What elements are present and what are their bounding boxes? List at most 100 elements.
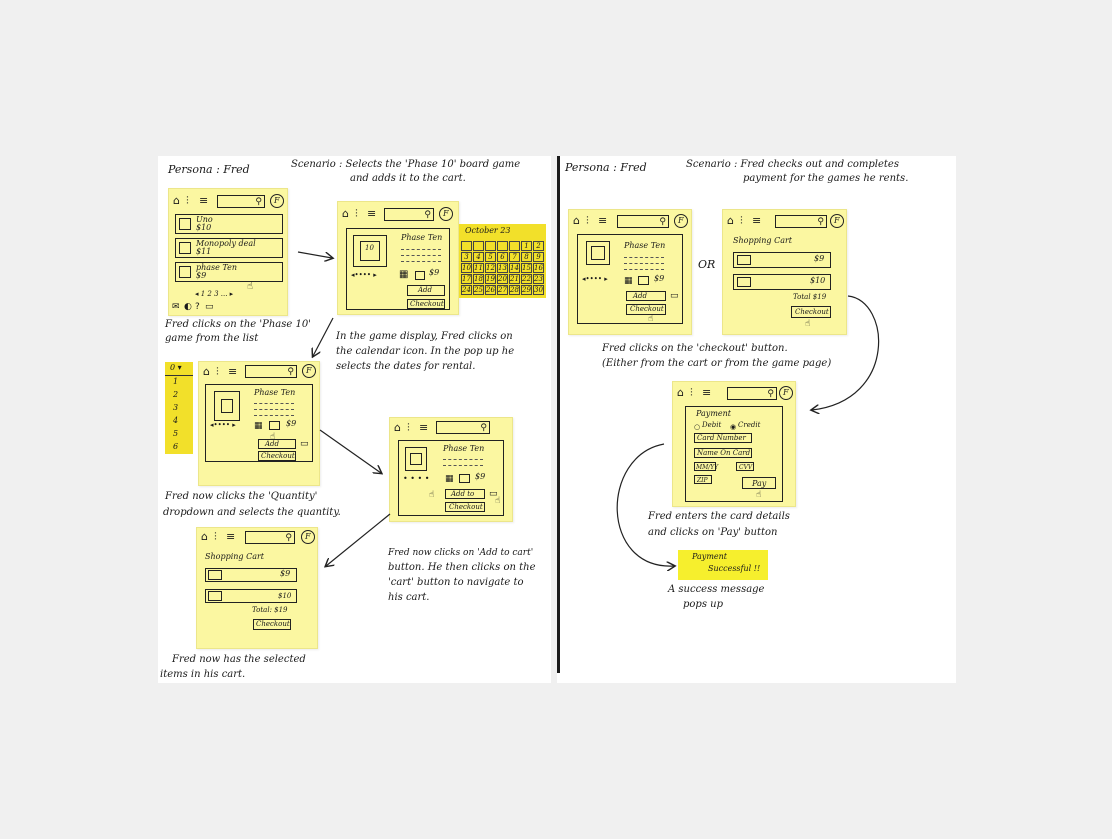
calendar-day[interactable]: 6	[497, 252, 508, 262]
list-item-uno[interactable]: Uno $10	[175, 214, 283, 234]
menu-icon[interactable]: ≡	[226, 531, 235, 543]
calendar-day[interactable]: 5	[485, 252, 496, 262]
chat-icon[interactable]: ◐	[184, 301, 192, 313]
profile-avatar[interactable]: F	[830, 214, 844, 228]
calendar-day[interactable]	[509, 241, 520, 251]
list-item-phase-ten[interactable]: phase Ten $9	[175, 262, 283, 282]
menu-icon[interactable]: ≡	[367, 208, 376, 220]
carousel-dots[interactable]: ◂•••• ▸	[582, 275, 608, 284]
pagination[interactable]: ◂ 1 2 3 ... ▸	[195, 290, 233, 299]
calendar-day[interactable]: 20	[497, 274, 508, 284]
calendar-day[interactable]: 9	[533, 252, 544, 262]
carousel-dots[interactable]: ◂•••• ▸	[210, 421, 236, 430]
quantity-option[interactable]: 1	[173, 377, 178, 387]
menu-icon[interactable]: ≡	[199, 195, 208, 207]
cart-icon[interactable]: ▭	[300, 438, 309, 450]
checkout-button[interactable]: Checkout	[407, 299, 445, 309]
calendar-day[interactable]: 4	[473, 252, 484, 262]
calendar-day[interactable]: 11	[473, 263, 484, 273]
checkout-button[interactable]: Checkout	[445, 502, 485, 512]
checkout-button[interactable]: Checkout	[253, 619, 291, 630]
quantity-header[interactable]: 0 ▾	[170, 363, 182, 373]
calendar-day[interactable]: 18	[473, 274, 484, 284]
filter-icon[interactable]: ⫶	[355, 208, 358, 220]
quantity-option[interactable]: 3	[173, 403, 178, 413]
expiry-input[interactable]: MM/YY	[694, 462, 718, 471]
calendar-day[interactable]: 10	[461, 263, 472, 273]
settings-icon[interactable]: ▭	[205, 301, 214, 313]
calendar-day[interactable]: 19	[485, 274, 496, 284]
calendar-day[interactable]: 26	[485, 285, 496, 295]
quantity-dropdown[interactable]	[459, 474, 470, 483]
calendar-day[interactable]: 1	[521, 241, 532, 251]
calendar-day[interactable]: 29	[521, 285, 532, 295]
calendar-day[interactable]	[497, 241, 508, 251]
list-item-monopoly[interactable]: Monopoly deal $11	[175, 238, 283, 258]
menu-icon[interactable]: ≡	[419, 422, 428, 434]
home-icon[interactable]: ⌂	[203, 366, 210, 378]
search-input[interactable]: ⚲	[245, 365, 297, 378]
quantity-option[interactable]: 5	[173, 429, 178, 439]
calendar-day[interactable]: 30	[533, 285, 544, 295]
home-icon[interactable]: ⌂	[342, 208, 349, 220]
cart-item[interactable]: $9	[733, 252, 831, 268]
calendar-day[interactable]: 22	[521, 274, 532, 284]
menu-icon[interactable]: ≡	[598, 215, 607, 227]
calendar-day[interactable]: 7	[509, 252, 520, 262]
add-to-cart-button[interactable]: Add to	[445, 489, 485, 499]
radio-credit[interactable]: ◉	[730, 421, 736, 433]
calendar-day[interactable]: 17	[461, 274, 472, 284]
quantity-dropdown[interactable]	[269, 421, 280, 430]
menu-icon[interactable]: ≡	[702, 387, 711, 399]
calendar-day[interactable]: 21	[509, 274, 520, 284]
home-icon[interactable]: ⌂	[677, 387, 684, 399]
add-to-cart-button[interactable]: Add	[407, 285, 445, 296]
add-to-cart-button[interactable]: Add	[258, 439, 296, 449]
name-on-card-input[interactable]: Name On Card	[694, 448, 752, 458]
calendar-day[interactable]: 24	[461, 285, 472, 295]
home-icon[interactable]: ⌂	[573, 215, 580, 227]
menu-icon[interactable]: ≡	[228, 366, 237, 378]
search-input[interactable]: ⚲	[217, 195, 265, 208]
calendar-day[interactable]: 8	[521, 252, 532, 262]
menu-icon[interactable]: ≡	[752, 215, 761, 227]
mail-icon[interactable]: ✉	[172, 301, 180, 313]
checkout-button[interactable]: Checkout	[791, 306, 831, 318]
carousel-dots[interactable]: • • • •	[403, 473, 430, 485]
filter-icon[interactable]: ⫶	[407, 422, 410, 434]
filter-icon[interactable]: ⫶	[740, 215, 743, 227]
help-icon[interactable]: ?	[195, 301, 200, 313]
calendar-day[interactable]: 23	[533, 274, 544, 284]
cart-item[interactable]: $9	[205, 568, 297, 582]
search-input[interactable]: ⚲	[775, 215, 827, 228]
quantity-option[interactable]: 2	[173, 390, 178, 400]
pay-button[interactable]: Pay	[742, 477, 776, 489]
quantity-dropdown[interactable]	[638, 276, 649, 285]
profile-avatar[interactable]: F	[674, 214, 688, 228]
calendar-day[interactable]	[461, 241, 472, 251]
calendar-icon[interactable]: ▦	[254, 420, 263, 432]
checkout-button[interactable]: Checkout	[626, 304, 666, 315]
calendar-day[interactable]: 3	[461, 252, 472, 262]
search-input[interactable]: ⚲	[245, 531, 295, 544]
calendar-day[interactable]: 13	[497, 263, 508, 273]
search-input[interactable]: ⚲	[617, 215, 669, 228]
quantity-dropdown[interactable]	[415, 271, 425, 280]
home-icon[interactable]: ⌂	[173, 195, 180, 207]
search-input[interactable]: ⚲	[727, 387, 777, 400]
calendar-day[interactable]: 25	[473, 285, 484, 295]
profile-avatar[interactable]: F	[302, 364, 316, 378]
calendar-icon[interactable]: ▦	[399, 269, 408, 281]
calendar-day[interactable]: 14	[509, 263, 520, 273]
quantity-option[interactable]: 4	[173, 416, 178, 426]
calendar-day[interactable]: 16	[533, 263, 544, 273]
carousel-dots[interactable]: ◂•••• ▸	[351, 271, 377, 280]
calendar-day[interactable]	[473, 241, 484, 251]
filter-icon[interactable]: ⫶	[216, 366, 219, 378]
calendar-day[interactable]	[485, 241, 496, 251]
profile-avatar[interactable]: F	[301, 530, 315, 544]
profile-avatar[interactable]: F	[439, 207, 453, 221]
quantity-option[interactable]: 6	[173, 442, 178, 452]
cvv-input[interactable]: CVV	[736, 462, 754, 471]
profile-avatar[interactable]: F	[270, 194, 284, 208]
